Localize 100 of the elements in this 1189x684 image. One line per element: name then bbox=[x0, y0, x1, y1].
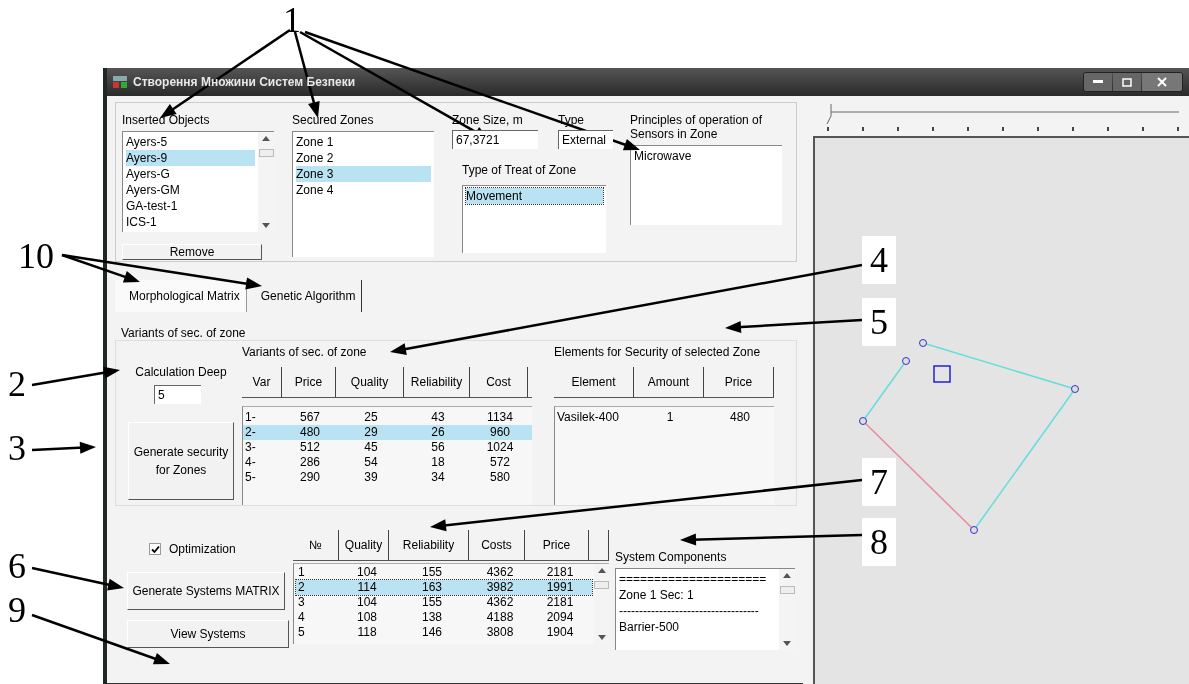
zone-size-field[interactable]: 67,3721 bbox=[452, 130, 538, 149]
table-cell-text: 1024 bbox=[485, 439, 515, 455]
table-cell-text: 4- bbox=[244, 454, 257, 470]
table-cell-text: 1- bbox=[244, 409, 257, 425]
table-cell-text: 104 bbox=[356, 595, 378, 610]
table-row[interactable]: 5- 290 39 34 580 bbox=[243, 469, 532, 485]
list-item[interactable]: Ayers-G bbox=[126, 166, 255, 182]
table-row[interactable]: Vasilek-400 1 480 bbox=[555, 409, 774, 425]
tab[interactable]: Morphological Matrix bbox=[115, 280, 247, 312]
group-title: Variants of sec. of zone bbox=[121, 326, 247, 340]
system-components-list[interactable]: ===================== Zone 1 Sec: 1 ----------------------------------- Barrier-500 bbox=[615, 568, 795, 650]
table-row[interactable]: 5 118 146 3808 1904 bbox=[296, 625, 592, 640]
column-header[interactable]: Price bbox=[282, 367, 336, 397]
list-item[interactable]: GA-test-1 bbox=[126, 198, 255, 214]
table-cell-text: 45 bbox=[363, 439, 379, 455]
vertex-handle[interactable] bbox=[859, 417, 867, 425]
inserted-objects-label: Inserted Objects bbox=[122, 113, 211, 127]
table-row[interactable]: 3- 512 45 56 1024 bbox=[243, 439, 532, 455]
table-cell-text: 56 bbox=[430, 439, 446, 455]
secured-zones-list[interactable]: Zone 1 Zone 2 Zone 3 Zone 4 bbox=[292, 131, 434, 257]
list-item[interactable]: Ayers-5 bbox=[126, 134, 255, 150]
list-item[interactable]: Zone 1 bbox=[296, 134, 431, 150]
column-header[interactable]: Price bbox=[704, 367, 774, 397]
generate-button[interactable]: Generate security for Zones bbox=[128, 422, 234, 500]
vertex-handle[interactable] bbox=[970, 526, 978, 534]
table-cell-text: 1134 bbox=[486, 409, 514, 425]
close-button[interactable] bbox=[1142, 73, 1182, 91]
treat-type-label: Type of Treat of Zone bbox=[462, 163, 578, 177]
scroll-thumb[interactable] bbox=[258, 149, 274, 157]
table-cell-text: 3808 bbox=[485, 625, 515, 640]
type-field[interactable]: External bbox=[558, 130, 613, 149]
list-item[interactable]: Zone 3 bbox=[296, 166, 431, 182]
scroll-thumb[interactable] bbox=[779, 586, 795, 594]
scroll-thumb[interactable] bbox=[594, 581, 609, 589]
calculation-deep-label: Calculation Deep bbox=[135, 365, 227, 379]
list-line: Barrier-500 bbox=[619, 619, 681, 635]
inserted-objects-list[interactable]: Ayers-5 Ayers-9 Ayers-G Ayers-GM GA-test-1 ICS-1 bbox=[122, 131, 274, 232]
vertex-handle[interactable] bbox=[1071, 385, 1079, 393]
table-row[interactable]: 2- 480 29 26 960 bbox=[243, 424, 532, 440]
scroll-down-icon bbox=[597, 635, 606, 640]
remove-button[interactable]: Remove bbox=[122, 244, 262, 260]
callout-number: 5 bbox=[862, 298, 896, 346]
column-header[interactable]: Element bbox=[554, 367, 634, 397]
callout-number: 10 bbox=[18, 238, 54, 274]
table-cell-text: 960 bbox=[489, 424, 511, 440]
maximize-button[interactable] bbox=[1113, 73, 1141, 91]
column-header[interactable]: Cost bbox=[470, 367, 528, 397]
optimization-checkbox[interactable] bbox=[149, 543, 161, 555]
scroll-up-icon bbox=[597, 568, 606, 573]
scroll-up-icon bbox=[783, 573, 791, 578]
table-cell-text: 580 bbox=[489, 469, 511, 485]
generate-systems-button[interactable]: Generate Systems MATRIX bbox=[127, 572, 285, 610]
table-row[interactable]: 4 108 138 4188 2094 bbox=[296, 610, 592, 625]
table-cell-text: 1 bbox=[297, 565, 306, 580]
square-marker[interactable] bbox=[933, 365, 951, 383]
list-item[interactable]: Ayers-GM bbox=[126, 182, 255, 198]
secured-zones-label: Secured Zones bbox=[292, 113, 375, 127]
table-cell-text: 3 bbox=[297, 595, 306, 610]
table-row[interactable]: 4- 286 54 18 572 bbox=[243, 454, 532, 470]
table-row[interactable]: 1- 567 25 43 1134 bbox=[243, 409, 532, 425]
view-systems-button[interactable]: View Systems bbox=[127, 620, 289, 648]
list-item[interactable]: Movement bbox=[466, 188, 603, 204]
column-header[interactable]: Amount bbox=[634, 367, 704, 397]
treat-type-list[interactable]: Movement bbox=[462, 185, 606, 253]
callout-number: 7 bbox=[862, 458, 896, 506]
calculation-deep-field[interactable]: 5 bbox=[154, 385, 201, 404]
column-header[interactable]: № bbox=[293, 530, 339, 560]
column-header[interactable]: Costs bbox=[469, 530, 525, 560]
list-item[interactable]: Microwave bbox=[634, 148, 779, 164]
table-cell-text: 118 bbox=[356, 625, 378, 640]
list-item[interactable]: Zone 2 bbox=[296, 150, 431, 166]
table-cell-text: 2 bbox=[297, 580, 306, 595]
table-cell-text: 54 bbox=[363, 454, 379, 470]
vertex-handle[interactable] bbox=[919, 339, 927, 347]
table-cell-text: 2094 bbox=[545, 610, 575, 625]
maximize-icon bbox=[1122, 77, 1132, 87]
column-header[interactable]: Quality bbox=[336, 367, 404, 397]
table-cell-text: 5 bbox=[297, 625, 306, 640]
list-item[interactable]: Zone 4 bbox=[296, 182, 431, 198]
minimize-button[interactable] bbox=[1084, 73, 1112, 91]
sensor-principles-list[interactable]: Microwave bbox=[630, 145, 782, 225]
list-line: ===================== bbox=[619, 571, 768, 587]
close-icon bbox=[1157, 77, 1167, 87]
scroll-down-icon bbox=[262, 223, 270, 228]
table-cell-text: 155 bbox=[421, 595, 443, 610]
table-row[interactable]: 2 114 163 3982 1991 bbox=[296, 580, 592, 595]
column-header[interactable]: Quality bbox=[339, 530, 389, 560]
list-item[interactable]: ICS-1 bbox=[126, 214, 255, 230]
table-row[interactable]: 1 104 155 4362 2181 bbox=[296, 565, 592, 580]
callout-number: 2 bbox=[8, 366, 26, 402]
column-header[interactable]: Reliability bbox=[404, 367, 470, 397]
table-row[interactable]: 3 104 155 4362 2181 bbox=[296, 595, 592, 610]
table-cell-text: 3- bbox=[244, 439, 257, 455]
vertex-handle[interactable] bbox=[902, 357, 910, 365]
table-cell-text: 39 bbox=[363, 469, 379, 485]
table-cell-text: 286 bbox=[299, 454, 321, 470]
column-header[interactable]: Var bbox=[242, 367, 282, 397]
column-header[interactable]: Price bbox=[525, 530, 589, 560]
table-cell-text: 480 bbox=[299, 424, 321, 440]
list-item[interactable]: Ayers-9 bbox=[126, 150, 255, 166]
